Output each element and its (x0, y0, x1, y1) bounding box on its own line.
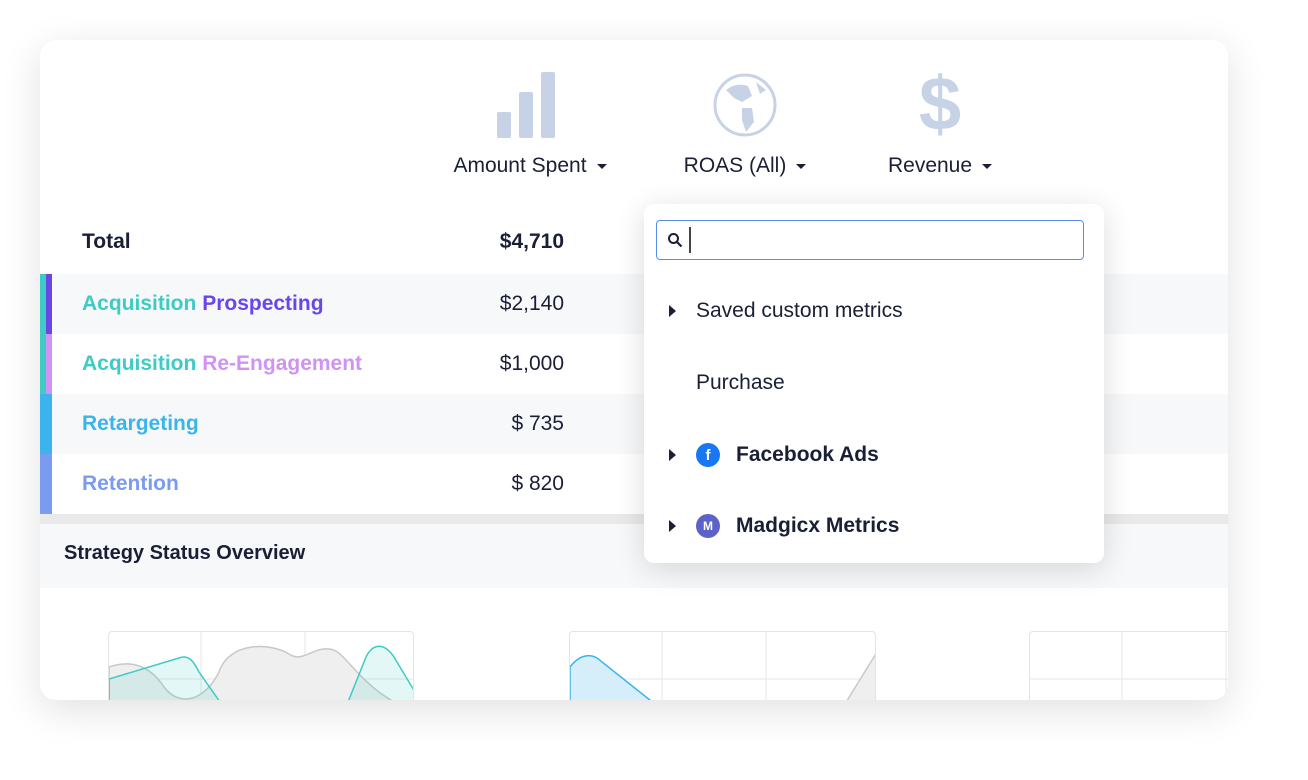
item-label: Saved custom metrics (696, 299, 903, 322)
facebook-logo-icon: f (696, 443, 720, 467)
menu-item-purchase[interactable]: Purchase (644, 363, 1104, 403)
mini-chart (569, 631, 876, 700)
strategy-name: Acquisition Prospecting (82, 292, 324, 315)
caret-down-icon (596, 163, 607, 169)
strategy-name: Retargeting (82, 412, 199, 435)
expand-arrow-icon[interactable] (669, 520, 676, 532)
item-label: Purchase (696, 371, 785, 394)
strategy-name: Retention (82, 472, 179, 495)
menu-item-saved-custom-metrics[interactable]: Saved custom metrics (644, 291, 1104, 331)
amount-value: $ 735 (511, 412, 564, 435)
expand-arrow-icon[interactable] (669, 449, 676, 461)
amount-value: $ 820 (511, 472, 564, 495)
amount-value: $2,140 (499, 292, 564, 315)
expand-arrow-icon[interactable] (669, 305, 676, 317)
mini-chart (1029, 631, 1228, 700)
metric-amount-spent[interactable]: Amount Spent (443, 70, 617, 178)
metric-label: ROAS (All) (683, 154, 787, 177)
strategy-name: Acquisition Re-Engagement (82, 352, 363, 375)
madgicx-logo-icon: M (696, 514, 720, 538)
metric-dropdown: Saved custom metrics Purchase f Facebook… (644, 204, 1104, 563)
total-value: $4,710 (499, 230, 564, 253)
menu-item-madgicx-metrics[interactable]: M Madgicx Metrics (644, 506, 1104, 546)
menu-item-facebook-ads[interactable]: f Facebook Ads (644, 435, 1104, 475)
total-label: Total (82, 230, 131, 253)
caret-down-icon (796, 163, 807, 169)
item-label: Facebook Ads (736, 443, 879, 466)
bar-chart-icon (443, 70, 617, 138)
metric-label: Amount Spent (453, 154, 587, 177)
mini-chart (108, 631, 414, 700)
metric-roas[interactable]: ROAS (All) (670, 70, 820, 178)
caret-down-icon (982, 163, 993, 169)
search-icon (668, 233, 683, 248)
search-input[interactable] (656, 220, 1084, 260)
item-label: Madgicx Metrics (736, 514, 900, 537)
amount-value: $1,000 (499, 352, 564, 375)
dollar-icon: $ (918, 62, 962, 147)
text-cursor (689, 227, 691, 253)
metric-label: Revenue (887, 154, 973, 177)
globe-icon (670, 70, 820, 138)
metric-revenue[interactable]: $ Revenue (870, 62, 1010, 178)
